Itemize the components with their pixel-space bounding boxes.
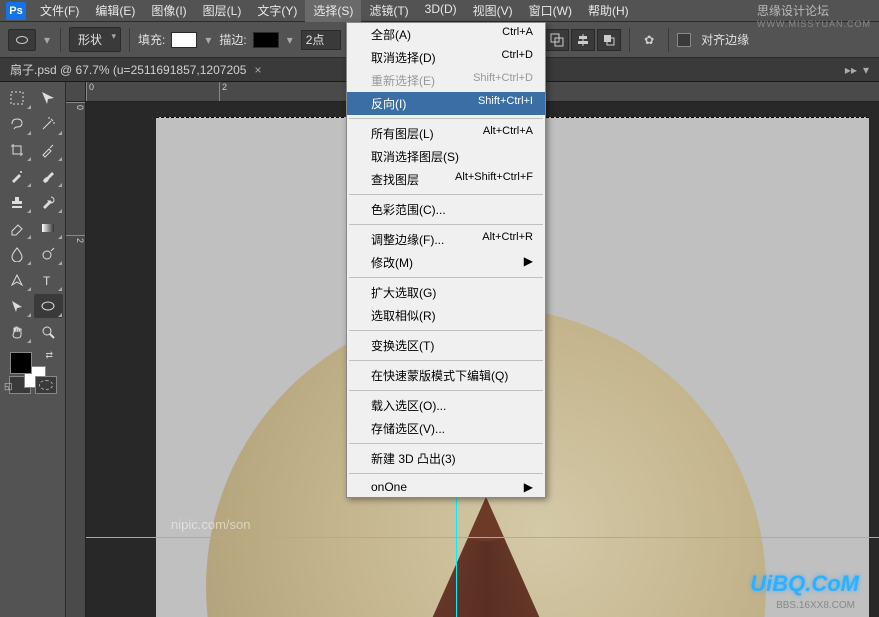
menu-view[interactable]: 视图(V) xyxy=(465,0,521,22)
menu-item[interactable]: 取消选择(D)Ctrl+D xyxy=(347,46,545,69)
menu-item: 重新选择(E)Shift+Ctrl+D xyxy=(347,69,545,92)
quick-mask-button[interactable] xyxy=(35,376,57,394)
stroke-label: 描边: xyxy=(219,31,246,48)
menubar: Ps 文件(F)编辑(E)图像(I)图层(L)文字(Y)选择(S)滤镜(T)3D… xyxy=(0,0,879,22)
close-tab-button[interactable]: × xyxy=(254,63,261,77)
guide-horizontal[interactable] xyxy=(86,537,879,538)
menu-filter[interactable]: 滤镜(T) xyxy=(361,0,416,22)
pen-tool[interactable] xyxy=(2,268,32,292)
crop-tool[interactable] xyxy=(2,138,32,162)
tab-menu-button[interactable]: ▾ xyxy=(863,63,869,77)
menu-image[interactable]: 图像(I) xyxy=(143,0,194,22)
path-align-button[interactable] xyxy=(571,29,595,51)
watermark-top: 思缘设计论坛 WWW.MISSYUAN.COM xyxy=(757,2,871,29)
menu-file[interactable]: 文件(F) xyxy=(32,0,87,22)
blur-tool[interactable] xyxy=(2,242,32,266)
menu-layer[interactable]: 图层(L) xyxy=(195,0,250,22)
stroke-swatch[interactable] xyxy=(253,32,279,48)
shape-options-gear-icon[interactable]: ✿ xyxy=(638,29,660,51)
default-colors-icon[interactable]: ◱ xyxy=(4,381,13,392)
tool-preset-picker[interactable] xyxy=(8,29,36,51)
menu-item[interactable]: 修改(M)▶ xyxy=(347,251,545,274)
menu-item[interactable]: 载入选区(O)... xyxy=(347,394,545,417)
watermark-nipic: nipic.com/son xyxy=(171,517,250,532)
eyedropper-tool[interactable] xyxy=(34,138,64,162)
toolbox: T ⇄ ◱ xyxy=(0,82,66,617)
lasso-tool[interactable] xyxy=(2,112,32,136)
eraser-tool[interactable] xyxy=(2,216,32,240)
stroke-width-input[interactable] xyxy=(301,30,341,50)
menu-item[interactable]: 取消选择图层(S) xyxy=(347,145,545,168)
clone-stamp-tool[interactable] xyxy=(2,190,32,214)
menu-select[interactable]: 选择(S) xyxy=(305,0,361,22)
menu-item[interactable]: 全部(A)Ctrl+A xyxy=(347,23,545,46)
fill-swatch[interactable] xyxy=(171,32,197,48)
type-tool[interactable]: T xyxy=(34,268,64,292)
menu-item[interactable]: 扩大选取(G) xyxy=(347,281,545,304)
select-menu-dropdown: 全部(A)Ctrl+A取消选择(D)Ctrl+D重新选择(E)Shift+Ctr… xyxy=(346,22,546,498)
tab-overflow-button[interactable]: ▸▸ xyxy=(845,63,857,77)
ruler-vertical[interactable]: 02 xyxy=(66,102,86,617)
align-edges-label: 对齐边缘 xyxy=(701,31,749,48)
ellipse-tool[interactable] xyxy=(34,294,64,318)
tool-preset-dropdown-icon[interactable]: ▾ xyxy=(42,30,52,50)
path-arrange-button[interactable] xyxy=(597,29,621,51)
zoom-tool[interactable] xyxy=(34,320,64,344)
brush-tool[interactable] xyxy=(34,164,64,188)
tab-title: 扇子.psd @ 67.7% (u=2511691857,1207205 xyxy=(10,61,246,78)
menu-3d[interactable]: 3D(D) xyxy=(417,0,465,22)
quick-select-tool[interactable] xyxy=(34,112,64,136)
svg-text:T: T xyxy=(43,274,51,288)
menu-help[interactable]: 帮助(H) xyxy=(580,0,637,22)
menu-edit[interactable]: 编辑(E) xyxy=(87,0,143,22)
path-operations xyxy=(545,29,621,51)
rect-marquee-tool[interactable] xyxy=(2,86,32,110)
menu-window[interactable]: 窗口(W) xyxy=(521,0,580,22)
shape-mode-select[interactable]: 形状 xyxy=(69,27,121,52)
hand-tool[interactable] xyxy=(2,320,32,344)
menu-item[interactable]: 选取相似(R) xyxy=(347,304,545,327)
healing-brush-tool[interactable] xyxy=(2,164,32,188)
menu-item[interactable]: onOne▶ xyxy=(347,477,545,497)
menu-item[interactable]: 新建 3D 凸出(3) xyxy=(347,447,545,470)
menu-item[interactable]: 变换选区(T) xyxy=(347,334,545,357)
watermark-uibq: UiBQ.CoM xyxy=(750,571,859,597)
menu-item[interactable]: 查找图层Alt+Shift+Ctrl+F xyxy=(347,168,545,191)
menu-type[interactable]: 文字(Y) xyxy=(249,0,305,22)
watermark-bbs: BBS.16XX8.COM xyxy=(776,600,855,611)
history-brush-tool[interactable] xyxy=(34,190,64,214)
ruler-origin[interactable] xyxy=(66,82,86,102)
dodge-tool[interactable] xyxy=(34,242,64,266)
fill-label: 填充: xyxy=(138,31,165,48)
menu-item[interactable]: 存储选区(V)... xyxy=(347,417,545,440)
app-logo-icon[interactable]: Ps xyxy=(6,2,26,20)
move-tool[interactable] xyxy=(34,86,64,110)
menu-item[interactable]: 在快速蒙版模式下编辑(Q) xyxy=(347,364,545,387)
menu-item[interactable]: 反向(I)Shift+Ctrl+I xyxy=(347,92,545,115)
gradient-tool[interactable] xyxy=(34,216,64,240)
path-select-tool[interactable] xyxy=(2,294,32,318)
swap-colors-icon[interactable]: ⇄ xyxy=(45,350,53,361)
menu-item[interactable]: 所有图层(L)Alt+Ctrl+A xyxy=(347,122,545,145)
align-edges-checkbox[interactable] xyxy=(677,33,691,47)
menu-item[interactable]: 调整边缘(F)...Alt+Ctrl+R xyxy=(347,228,545,251)
path-combine-button[interactable] xyxy=(545,29,569,51)
foreground-color-swatch[interactable] xyxy=(10,352,32,374)
menu-item[interactable]: 色彩范围(C)... xyxy=(347,198,545,221)
